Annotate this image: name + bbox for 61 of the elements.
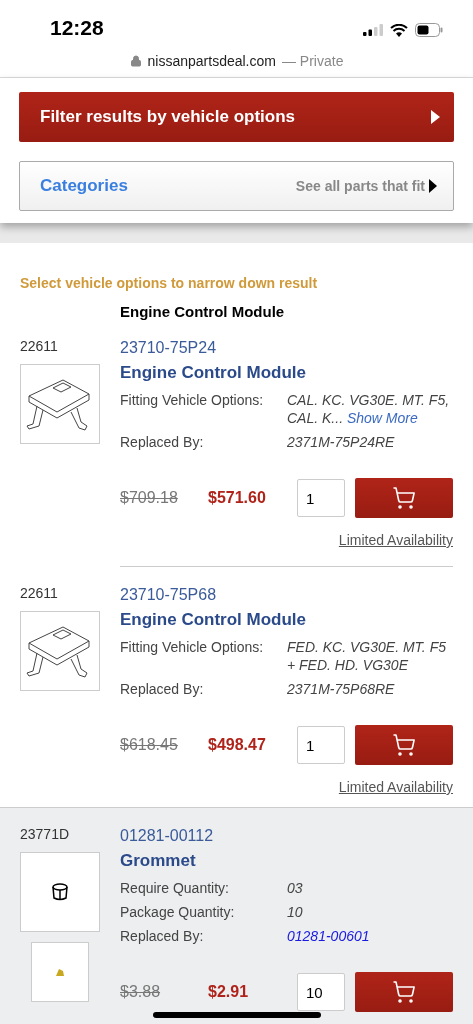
- grommet-icon: [50, 882, 70, 902]
- part-thumbnail[interactable]: [20, 852, 100, 932]
- detail-label: Package Quantity:: [120, 903, 236, 921]
- signal-icon: [363, 24, 383, 36]
- reference-number: 23771D: [20, 826, 71, 842]
- categories-label: Categories: [40, 176, 128, 196]
- sale-price: $571.60: [208, 489, 267, 507]
- detail-label: Fitting Vehicle Options:: [120, 638, 265, 657]
- detail-value: 2371M-75P68RE: [287, 681, 395, 697]
- part-name-link[interactable]: Grommet: [120, 846, 453, 876]
- show-more-link[interactable]: Show More: [346, 410, 418, 426]
- battery-icon: [415, 23, 443, 37]
- quantity-field[interactable]: 1: [297, 726, 345, 764]
- add-to-cart-button[interactable]: [355, 972, 453, 1012]
- wifi-icon: [390, 23, 408, 37]
- part-number-link[interactable]: 01281-00112: [120, 826, 453, 846]
- lock-icon: [129, 55, 142, 67]
- list-price: $3.88: [120, 983, 162, 1001]
- cart-icon: [392, 486, 416, 510]
- part-thumbnail[interactable]: [20, 364, 100, 444]
- part-name-link[interactable]: Engine Control Module: [120, 358, 453, 388]
- part-thumbnail[interactable]: [20, 611, 100, 691]
- availability-link[interactable]: Limited Availability: [338, 779, 453, 795]
- detail-label: Fitting Vehicle Options:: [120, 391, 265, 410]
- detail-label: Require Quantity:: [120, 879, 230, 897]
- detail-value: 10: [287, 904, 303, 920]
- detail-label: Replaced By:: [120, 433, 205, 451]
- availability-link[interactable]: Limited Availability: [338, 532, 453, 548]
- url-text[interactable]: nissanpartsdeal.com: [147, 53, 276, 69]
- clock: 12:28: [50, 15, 104, 41]
- browsing-mode: — Private: [281, 53, 344, 69]
- list-price: $709.18: [120, 489, 179, 507]
- part-number-link[interactable]: 23710-75P68: [120, 585, 453, 605]
- detail-value: CAL. KC. VG30E. MT. F5, CAL. K... Show More: [287, 392, 450, 426]
- group-title: Engine Control Module: [119, 302, 286, 320]
- reference-number: 22611: [20, 585, 59, 601]
- part-number-link[interactable]: 23710-75P24: [120, 338, 453, 358]
- part-thumbnail[interactable]: [31, 942, 89, 1002]
- quantity-field[interactable]: 10: [297, 973, 345, 1011]
- part-name-link[interactable]: Engine Control Module: [120, 605, 453, 635]
- reference-number: 22611: [20, 338, 59, 354]
- filter-button[interactable]: Filter results by vehicle options: [19, 92, 454, 142]
- detail-value: FED. KC. VG30E. MT. F5 + FED. HD. VG30E: [287, 639, 446, 673]
- cart-icon: [392, 980, 416, 1004]
- detail-label: Replaced By:: [120, 680, 205, 698]
- sale-price: $498.47: [208, 736, 267, 754]
- part-icon: [55, 967, 65, 977]
- categories-bar[interactable]: Categories See all parts that fit: [19, 161, 454, 211]
- detail-label: Replaced By:: [120, 927, 205, 945]
- detail-value: 03: [287, 880, 303, 896]
- caret-icon: [431, 110, 440, 124]
- quantity-field[interactable]: 1: [297, 479, 345, 517]
- add-to-cart-button[interactable]: [355, 478, 453, 518]
- notice-text: Select vehicle options to narrow down result: [19, 274, 319, 291]
- detail-value: 2371M-75P24RE: [287, 434, 395, 450]
- add-to-cart-button[interactable]: [355, 725, 453, 765]
- replacement-link[interactable]: 01281-00601: [287, 928, 370, 944]
- cart-icon: [392, 733, 416, 757]
- list-price: $618.45: [120, 736, 179, 754]
- sale-price: $2.91: [208, 983, 250, 1001]
- caret-icon: [429, 179, 437, 193]
